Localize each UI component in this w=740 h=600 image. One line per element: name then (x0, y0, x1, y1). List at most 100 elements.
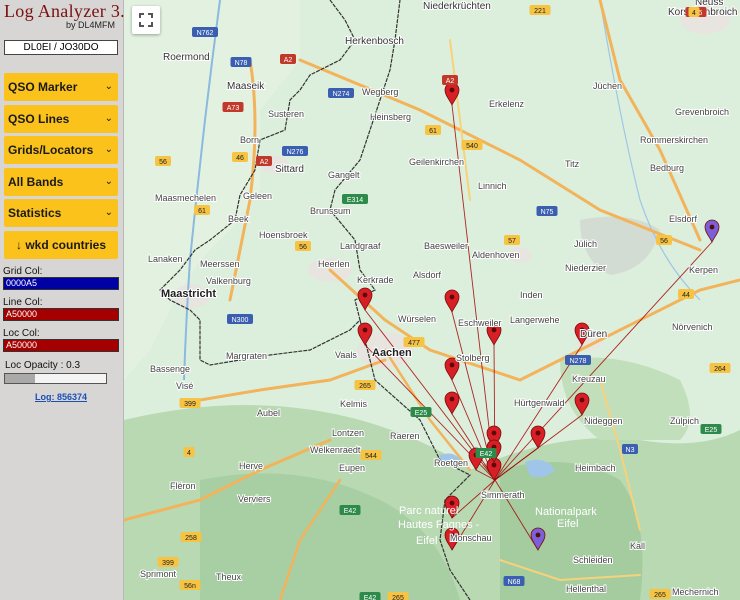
road-number: 56n (184, 583, 196, 590)
place-label: Landgraaf (340, 241, 381, 251)
place-label: Maasmechelen (155, 193, 216, 203)
menu-label: ↓ wkd countries (15, 238, 107, 252)
loc-col-label: Loc Col: (3, 328, 40, 339)
loc-col-input[interactable]: A50000 (3, 339, 119, 352)
place-label: Heimbach (575, 463, 616, 473)
place-label: Raeren (390, 431, 420, 441)
chevron-down-icon: ⌄ (104, 81, 113, 92)
statistics-button[interactable]: Statistics ⌄ (4, 199, 118, 227)
place-label: Theux (216, 572, 242, 582)
road-number: 399 (162, 560, 174, 567)
place-label: Nideggen (584, 416, 623, 426)
road-number: 265 (359, 383, 371, 390)
qso-lines-button[interactable]: QSO Lines ⌄ (4, 105, 118, 133)
road-number: 56 (299, 244, 307, 251)
menu-label: Statistics (8, 206, 62, 220)
road-number: 265 (392, 595, 404, 600)
road-number: 4 (187, 450, 191, 457)
place-label: Aldenhoven (472, 250, 520, 260)
map-canvas[interactable]: NiederkrüchtenKorschenbroichNeussRoermon… (124, 0, 740, 600)
place-label: Heerlen (318, 259, 350, 269)
road-number: A2 (446, 78, 455, 85)
app-byline: by DL4MFM (66, 20, 116, 30)
log-link[interactable]: Log: 856374 (0, 392, 122, 402)
place-label: Elsdorf (669, 214, 698, 224)
chevron-down-icon: ⌄ (104, 176, 113, 187)
place-label: Herve (239, 461, 263, 471)
place-label: Mechernich (672, 587, 719, 597)
place-label: Nationalpark (535, 506, 597, 518)
road-number: 56 (660, 238, 668, 245)
menu-label: Grids/Locators (8, 143, 94, 157)
place-label: Herkenbosch (345, 36, 404, 47)
place-label: Visé (176, 381, 193, 391)
place-label: Valkenburg (206, 276, 251, 286)
place-label: Stolberg (456, 353, 490, 363)
road-number: A2 (260, 159, 269, 166)
place-label: Aubel (257, 408, 280, 418)
road-number: E42 (344, 508, 357, 515)
grid-col-label: Grid Col: (3, 266, 43, 277)
place-label: Lontzen (332, 428, 364, 438)
callsign-field[interactable]: DL0EI / JO30DO (4, 40, 118, 55)
road-number: N274 (333, 91, 350, 98)
road-number: N278 (570, 358, 587, 365)
wkd-countries-button[interactable]: ↓ wkd countries (4, 231, 118, 259)
place-label: Nörvenich (672, 322, 713, 332)
place-label: Brunssum (310, 206, 351, 216)
road-number: 56 (159, 159, 167, 166)
place-label: Sittard (275, 164, 304, 175)
place-label: Jülich (574, 239, 597, 249)
menu-label: All Bands (8, 175, 64, 189)
menu-label: QSO Marker (8, 80, 78, 94)
road-number: E42 (364, 595, 377, 600)
place-label: Lanaken (148, 254, 183, 264)
place-label: Niederkrüchten (423, 1, 491, 12)
place-label: Würselen (398, 314, 436, 324)
app-title: Log Analyzer 3.2 (4, 1, 135, 21)
all-bands-button[interactable]: All Bands ⌄ (4, 168, 118, 196)
place-label: Inden (520, 290, 543, 300)
road-number: 540 (466, 143, 478, 150)
place-label: Langerwehe (510, 315, 560, 325)
road-number: 477 (408, 340, 420, 347)
place-label: Bassenge (150, 364, 190, 374)
chevron-down-icon: ⌄ (104, 113, 113, 124)
place-label: Eifel (416, 535, 437, 547)
place-label: Geleen (243, 191, 272, 201)
grid-col-input[interactable]: 0000A5 (3, 277, 119, 290)
place-label: Düren (580, 329, 607, 340)
road-number: 544 (365, 453, 377, 460)
place-label: Kerpen (689, 265, 718, 275)
road-number: 264 (714, 366, 726, 373)
fullscreen-icon (139, 13, 153, 27)
opacity-slider[interactable] (4, 373, 107, 384)
place-label: Niederzier (565, 263, 606, 273)
place-label: Kall (630, 541, 645, 551)
line-col-input[interactable]: A50000 (3, 308, 119, 321)
place-label: Alsdorf (413, 270, 442, 280)
qso-marker-button[interactable]: QSO Marker ⌄ (4, 73, 118, 101)
road-number: 265 (654, 592, 666, 599)
grids-locators-button[interactable]: Grids/Locators ⌄ (4, 136, 118, 164)
place-label: Aachen (372, 347, 412, 359)
place-label: Simmerath (481, 490, 525, 500)
place-label: Kreuzau (572, 374, 606, 384)
place-label: Eifel (557, 518, 578, 530)
place-label: Linnich (478, 181, 507, 191)
road-number: 61 (198, 208, 206, 215)
place-label: Heinsberg (370, 112, 411, 122)
road-number: 258 (185, 535, 197, 542)
map[interactable]: NiederkrüchtenKorschenbroichNeussRoermon… (124, 0, 740, 600)
road-number: 57 (508, 238, 516, 245)
place-label: Susteren (268, 109, 304, 119)
fullscreen-button[interactable] (132, 6, 160, 34)
road-number: 61 (429, 128, 437, 135)
place-label: Jüchen (593, 81, 622, 91)
place-label: Gangelt (328, 170, 360, 180)
place-label: Roermond (163, 52, 210, 63)
road-number: 399 (184, 401, 196, 408)
road-number: 44 (682, 292, 690, 299)
road-number: A73 (227, 105, 240, 112)
chevron-down-icon: ⌄ (104, 207, 113, 218)
